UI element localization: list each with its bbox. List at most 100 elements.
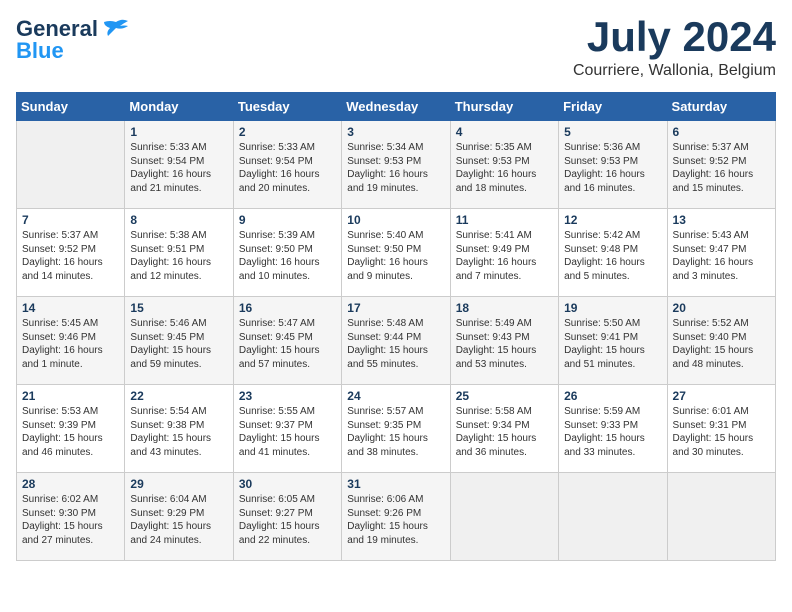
day-number: 13 bbox=[673, 213, 770, 227]
day-details: Sunrise: 5:39 AM Sunset: 9:50 PM Dayligh… bbox=[239, 230, 320, 282]
day-details: Sunrise: 5:33 AM Sunset: 9:54 PM Dayligh… bbox=[130, 142, 211, 194]
day-number: 26 bbox=[564, 389, 661, 403]
day-details: Sunrise: 5:50 AM Sunset: 9:41 PM Dayligh… bbox=[564, 318, 645, 370]
title-block: July 2024 Courriere, Wallonia, Belgium bbox=[573, 16, 776, 80]
calendar-cell: 7Sunrise: 5:37 AM Sunset: 9:52 PM Daylig… bbox=[17, 209, 125, 297]
month-title: July 2024 bbox=[573, 16, 776, 58]
day-details: Sunrise: 5:57 AM Sunset: 9:35 PM Dayligh… bbox=[347, 406, 428, 458]
day-details: Sunrise: 5:43 AM Sunset: 9:47 PM Dayligh… bbox=[673, 230, 754, 282]
calendar-cell: 16 Sunrise: 5:47 AM Sunset: 9:45 PM Dayli… bbox=[233, 297, 341, 385]
calendar-cell: 11 Sunrise: 5:41 AM Sunset: 9:49 PM Dayli… bbox=[450, 209, 558, 297]
calendar-cell: 22 Sunrise: 5:54 AM Sunset: 9:38 PM Dayli… bbox=[125, 385, 233, 473]
day-details: Sunrise: 6:02 AM Sunset: 9:30 PM Dayligh… bbox=[22, 494, 103, 546]
calendar-cell: 18 Sunrise: 5:49 AM Sunset: 9:43 PM Dayli… bbox=[450, 297, 558, 385]
calendar-cell: 30 Sunrise: 6:05 AM Sunset: 9:27 PM Dayli… bbox=[233, 473, 341, 561]
day-number: 21 bbox=[22, 389, 119, 403]
calendar-cell: 3Sunrise: 5:34 AM Sunset: 9:53 PM Daylig… bbox=[342, 121, 450, 209]
day-details: Sunrise: 5:48 AM Sunset: 9:44 PM Dayligh… bbox=[347, 318, 428, 370]
header-monday: Monday bbox=[125, 93, 233, 121]
day-details: Sunrise: 5:36 AM Sunset: 9:53 PM Dayligh… bbox=[564, 142, 645, 194]
calendar-cell bbox=[450, 473, 558, 561]
calendar-cell: 14Sunrise: 5:45 AM Sunset: 9:46 PM Dayli… bbox=[17, 297, 125, 385]
location-subtitle: Courriere, Wallonia, Belgium bbox=[573, 62, 776, 80]
day-number: 2 bbox=[239, 125, 336, 139]
calendar-cell: 25Sunrise: 5:58 AM Sunset: 9:34 PM Dayli… bbox=[450, 385, 558, 473]
day-details: Sunrise: 6:01 AM Sunset: 9:31 PM Dayligh… bbox=[673, 406, 754, 458]
day-details: Sunrise: 5:42 AM Sunset: 9:48 PM Dayligh… bbox=[564, 230, 645, 282]
week-row-4: 21 Sunrise: 5:53 AM Sunset: 9:39 PM Dayli… bbox=[17, 385, 776, 473]
day-number: 17 bbox=[347, 301, 444, 315]
day-details: Sunrise: 5:37 AM Sunset: 9:52 PM Dayligh… bbox=[673, 142, 754, 194]
calendar-cell: 4 Sunrise: 5:35 AM Sunset: 9:53 PM Daylig… bbox=[450, 121, 558, 209]
day-number: 14 bbox=[22, 301, 119, 315]
day-number: 22 bbox=[130, 389, 227, 403]
calendar-cell: 19 Sunrise: 5:50 AM Sunset: 9:41 PM Dayli… bbox=[559, 297, 667, 385]
day-number: 4 bbox=[456, 125, 553, 139]
calendar-cell: 13 Sunrise: 5:43 AM Sunset: 9:47 PM Dayli… bbox=[667, 209, 775, 297]
day-details: Sunrise: 5:53 AM Sunset: 9:39 PM Dayligh… bbox=[22, 406, 103, 458]
day-number: 19 bbox=[564, 301, 661, 315]
day-number: 8 bbox=[130, 213, 227, 227]
day-number: 20 bbox=[673, 301, 770, 315]
calendar-cell: 10Sunrise: 5:40 AM Sunset: 9:50 PM Dayli… bbox=[342, 209, 450, 297]
day-details: Sunrise: 5:58 AM Sunset: 9:34 PM Dayligh… bbox=[456, 406, 537, 458]
day-details: Sunrise: 5:33 AM Sunset: 9:54 PM Dayligh… bbox=[239, 142, 320, 194]
day-details: Sunrise: 6:04 AM Sunset: 9:29 PM Dayligh… bbox=[130, 494, 211, 546]
calendar-cell bbox=[17, 121, 125, 209]
header-friday: Friday bbox=[559, 93, 667, 121]
week-row-1: 1 Sunrise: 5:33 AM Sunset: 9:54 PM Daylig… bbox=[17, 121, 776, 209]
calendar-cell: 12 Sunrise: 5:42 AM Sunset: 9:48 PM Dayli… bbox=[559, 209, 667, 297]
day-number: 16 bbox=[239, 301, 336, 315]
day-details: Sunrise: 5:47 AM Sunset: 9:45 PM Dayligh… bbox=[239, 318, 320, 370]
header-saturday: Saturday bbox=[667, 93, 775, 121]
calendar-cell: 23Sunrise: 5:55 AM Sunset: 9:37 PM Dayli… bbox=[233, 385, 341, 473]
day-number: 30 bbox=[239, 477, 336, 491]
day-number: 11 bbox=[456, 213, 553, 227]
calendar-cell: 8 Sunrise: 5:38 AM Sunset: 9:51 PM Daylig… bbox=[125, 209, 233, 297]
day-details: Sunrise: 6:06 AM Sunset: 9:26 PM Dayligh… bbox=[347, 494, 428, 546]
day-number: 15 bbox=[130, 301, 227, 315]
calendar-cell: 24 Sunrise: 5:57 AM Sunset: 9:35 PM Dayli… bbox=[342, 385, 450, 473]
day-number: 31 bbox=[347, 477, 444, 491]
day-number: 28 bbox=[22, 477, 119, 491]
week-row-2: 7Sunrise: 5:37 AM Sunset: 9:52 PM Daylig… bbox=[17, 209, 776, 297]
calendar-cell: 26 Sunrise: 5:59 AM Sunset: 9:33 PM Dayli… bbox=[559, 385, 667, 473]
calendar-table: SundayMondayTuesdayWednesdayThursdayFrid… bbox=[16, 92, 776, 561]
calendar-cell: 27Sunrise: 6:01 AM Sunset: 9:31 PM Dayli… bbox=[667, 385, 775, 473]
header-wednesday: Wednesday bbox=[342, 93, 450, 121]
header-tuesday: Tuesday bbox=[233, 93, 341, 121]
calendar-cell: 31 Sunrise: 6:06 AM Sunset: 9:26 PM Dayli… bbox=[342, 473, 450, 561]
day-number: 9 bbox=[239, 213, 336, 227]
calendar-cell: 28 Sunrise: 6:02 AM Sunset: 9:30 PM Dayli… bbox=[17, 473, 125, 561]
day-details: Sunrise: 6:05 AM Sunset: 9:27 PM Dayligh… bbox=[239, 494, 320, 546]
calendar-cell: 21 Sunrise: 5:53 AM Sunset: 9:39 PM Dayli… bbox=[17, 385, 125, 473]
page-header: General Blue July 2024 Courriere, Wallon… bbox=[16, 16, 776, 80]
day-details: Sunrise: 5:59 AM Sunset: 9:33 PM Dayligh… bbox=[564, 406, 645, 458]
day-number: 24 bbox=[347, 389, 444, 403]
calendar-cell: 6Sunrise: 5:37 AM Sunset: 9:52 PM Daylig… bbox=[667, 121, 775, 209]
header-row: SundayMondayTuesdayWednesdayThursdayFrid… bbox=[17, 93, 776, 121]
header-thursday: Thursday bbox=[450, 93, 558, 121]
day-number: 29 bbox=[130, 477, 227, 491]
day-number: 23 bbox=[239, 389, 336, 403]
day-details: Sunrise: 5:49 AM Sunset: 9:43 PM Dayligh… bbox=[456, 318, 537, 370]
day-details: Sunrise: 5:38 AM Sunset: 9:51 PM Dayligh… bbox=[130, 230, 211, 282]
day-details: Sunrise: 5:41 AM Sunset: 9:49 PM Dayligh… bbox=[456, 230, 537, 282]
calendar-cell: 1 Sunrise: 5:33 AM Sunset: 9:54 PM Daylig… bbox=[125, 121, 233, 209]
day-number: 3 bbox=[347, 125, 444, 139]
day-details: Sunrise: 5:37 AM Sunset: 9:52 PM Dayligh… bbox=[22, 230, 103, 282]
day-number: 1 bbox=[130, 125, 227, 139]
day-details: Sunrise: 5:54 AM Sunset: 9:38 PM Dayligh… bbox=[130, 406, 211, 458]
calendar-cell bbox=[559, 473, 667, 561]
day-details: Sunrise: 5:35 AM Sunset: 9:53 PM Dayligh… bbox=[456, 142, 537, 194]
logo: General Blue bbox=[16, 16, 130, 64]
day-number: 12 bbox=[564, 213, 661, 227]
logo-bird-icon bbox=[102, 18, 130, 40]
day-number: 18 bbox=[456, 301, 553, 315]
day-details: Sunrise: 5:40 AM Sunset: 9:50 PM Dayligh… bbox=[347, 230, 428, 282]
calendar-cell: 15Sunrise: 5:46 AM Sunset: 9:45 PM Dayli… bbox=[125, 297, 233, 385]
week-row-5: 28 Sunrise: 6:02 AM Sunset: 9:30 PM Dayli… bbox=[17, 473, 776, 561]
calendar-cell: 5Sunrise: 5:36 AM Sunset: 9:53 PM Daylig… bbox=[559, 121, 667, 209]
week-row-3: 14Sunrise: 5:45 AM Sunset: 9:46 PM Dayli… bbox=[17, 297, 776, 385]
calendar-cell: 2 Sunrise: 5:33 AM Sunset: 9:54 PM Daylig… bbox=[233, 121, 341, 209]
